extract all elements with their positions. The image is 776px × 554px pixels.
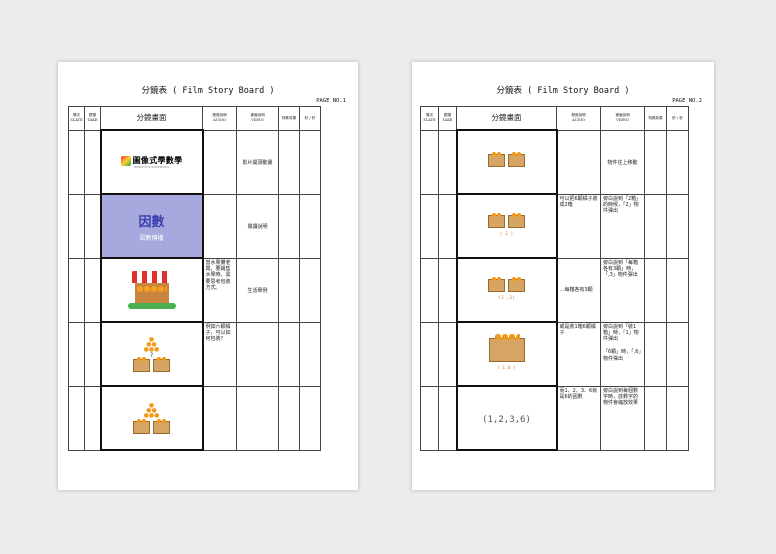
video-note: 旁白說到每個數字時，該數字的物件會縮放效果 [603, 387, 639, 407]
frame-two-boxes [455, 129, 558, 195]
audio-note: 可以把6顆橘子裝成2箱 [559, 195, 598, 208]
frame-caption: ( 1,6 ) [497, 365, 516, 371]
header-effects: 特殊效果 [278, 106, 300, 131]
box-icon [488, 276, 505, 292]
box-icon [508, 212, 525, 228]
header-seconds: 秒 / 秒 [299, 106, 321, 131]
video-note: 旁白說到「裝1箱」時，「1」物件彈出 「6顆」時，「,6」物件彈出 [603, 323, 641, 362]
video-note: 生活舉例 [247, 287, 268, 294]
header-audio: 聲音說明 AUDIO [202, 106, 237, 131]
frame-question: ● ●● ●●● ? [99, 321, 204, 387]
page-number: PAGE NO.2 [672, 98, 702, 104]
logo-text: 圖像式學數學 [132, 156, 183, 165]
header-frame: 分鏡畫面 [456, 106, 557, 131]
video-note: 影片開頭動畫 [242, 159, 273, 166]
audio-note: 而1、2、3、6就是6的因數 [559, 387, 598, 400]
frame-two-boxes: (2 ,3) [455, 257, 558, 323]
storyboard-row: ● ●● ●●● [68, 385, 321, 451]
frame-caption: ( 2 ) [499, 232, 514, 237]
page-title: 分鏡表 ( Film Story Board ) [141, 86, 275, 96]
box-icon [508, 276, 525, 292]
storyboard-row: 圖像式學數學 INTERACTIVE MATHEMATICS 影片開頭動畫 [68, 129, 321, 195]
header-frame: 分鏡畫面 [100, 106, 203, 131]
frame-logo: 圖像式學數學 INTERACTIVE MATHEMATICS [99, 129, 204, 195]
storyboard-row: 當水果攤老闆，要銷售水果時，需要思考包裝方式。 生活舉例 [68, 257, 321, 323]
storyboard-row: ● ●● ●●● ? 例如六顆橘子，可以如何包裝？ [68, 321, 321, 387]
header-slate: 場次 SLATE [68, 106, 85, 131]
video-note: 物件往上移動 [607, 159, 638, 166]
logo-subtitle: INTERACTIVE MATHEMATICS [133, 166, 170, 169]
audio-note: 當水果攤老闆，要銷售水果時，需要思考包裝方式。 [205, 259, 231, 292]
logo-icon [120, 155, 131, 166]
audio-note: 或是裝1箱6顆橘子 [559, 323, 596, 336]
title-card-main: 因數 [138, 214, 165, 230]
audio-note: 例如六顆橘子，可以如何包裝？ [205, 323, 231, 343]
page-number: PAGE NO.1 [316, 98, 346, 104]
header-take: 鏡頭 TAKE [84, 106, 101, 131]
frame-fruit-stall [99, 257, 204, 323]
storyboard-table: 場次 SLATE 鏡頭 TAKE 分鏡畫面 聲音說明 AUDIO 畫面說明 VIDEO … [420, 106, 689, 451]
factors-caption: (1,2,3,6) [482, 415, 531, 425]
storyboard-row: 物件往上移動 [420, 129, 689, 195]
box-icon [153, 417, 170, 434]
frame-title-card: 因數 因數傳播 [99, 193, 204, 259]
video-note: 閱讀說明 [247, 223, 268, 230]
box-icon [488, 212, 505, 228]
storyboard-table: 場次 SLATE 鏡頭 TAKE 分鏡畫面 聲音說明 AUDIO 畫面說明 VIDEO … [68, 106, 321, 451]
audio-note: …每箱各有3顆 [559, 286, 593, 293]
header-seconds: 秒 / 秒 [666, 106, 689, 131]
header-audio: 聲音說明 AUDIO [556, 106, 601, 131]
fruit-stall-illustration [127, 271, 176, 309]
video-note: 旁白說到「2箱」的時候，「2」物件彈出 [603, 195, 642, 215]
storyboard-row: ( 1,6 ) 或是裝1箱6顆橘子 旁白說到「裝1箱」時，「1」物件彈出 「6顆… [420, 321, 689, 387]
header-effects: 特殊效果 [644, 106, 667, 131]
storyboard-row: (1,2,3,6) 而1、2、3、6就是6的因數 旁白說到每個數字時，該數字的物… [420, 385, 689, 451]
video-note: 旁白說到「每箱各有3顆」時，「,3」物件彈出 [603, 259, 639, 279]
title-card-sub: 因數傳播 [139, 234, 164, 242]
header-video: 畫面說明 VIDEO [600, 106, 645, 131]
storyboard-row: 因數 因數傳播 閱讀說明 [68, 193, 321, 259]
header-take: 鏡頭 TAKE [438, 106, 457, 131]
box-icon [488, 150, 505, 167]
frame-one-box: ( 1,6 ) [455, 321, 558, 387]
header-slate: 場次 SLATE [420, 106, 439, 131]
storyboard-row: ( 2 ) 可以把6顆橘子裝成2箱 旁白說到「2箱」的時候，「2」物件彈出 [420, 193, 689, 259]
storyboard-row: (2 ,3) …每箱各有3顆 旁白說到「每箱各有3顆」時，「,3」物件彈出 [420, 257, 689, 323]
header-video: 畫面說明 VIDEO [236, 106, 279, 131]
box-icon [508, 150, 525, 167]
oranges-pyramid-icon: ● ●● ●●● [143, 335, 160, 353]
page-title: 分鏡表 ( Film Story Board ) [496, 86, 630, 96]
frame-two-boxes: ( 2 ) [455, 193, 558, 259]
box-icon [133, 417, 150, 434]
storyboard-page-2: 分鏡表 ( Film Story Board ) PAGE NO.2 場次 SLA… [412, 62, 714, 490]
question-mark: ? [149, 351, 154, 359]
frame-split: ● ●● ●●● [99, 385, 204, 451]
frame-numbers: (1,2,3,6) [455, 385, 558, 451]
box-icon [133, 355, 150, 372]
box-icon [488, 332, 525, 362]
oranges-pyramid-icon: ● ●● ●●● [143, 401, 160, 419]
box-icon [153, 355, 170, 372]
frame-caption: (2 ,3) [498, 296, 515, 301]
storyboard-page-1: 分鏡表 ( Film Story Board ) PAGE NO.1 場次 SLA… [58, 62, 358, 490]
